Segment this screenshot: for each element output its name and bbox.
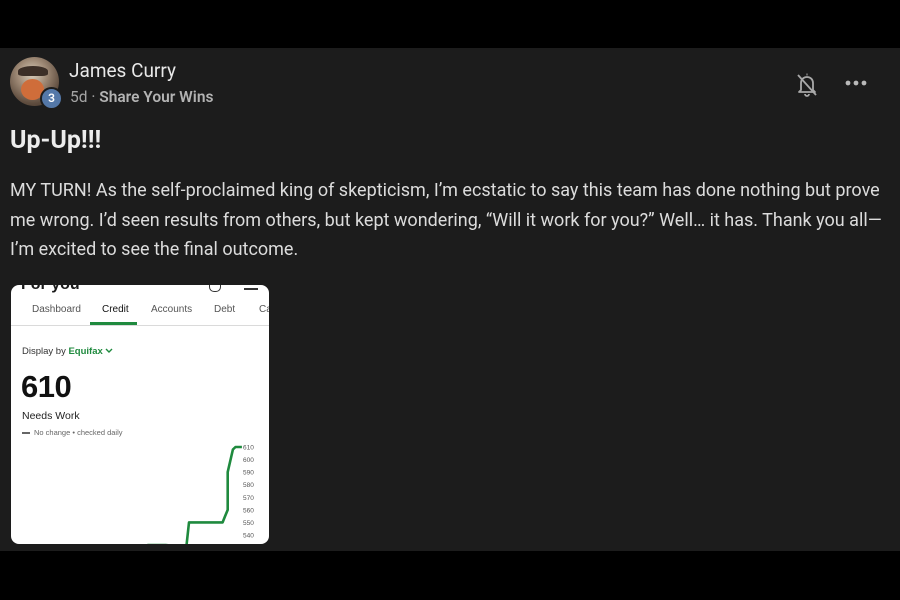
y-tick-label: 600 [243,457,254,464]
score-chart: 610 600 590 580 570 560 550 540 [147,445,254,544]
attached-screenshot[interactable]: For you Dashboard Credit Accounts Debt C… [11,285,269,544]
y-tick-label: 560 [243,507,254,514]
screenshot-tabs: Dashboard Credit Accounts Debt Ca [11,304,269,326]
meta-separator: · [91,88,96,106]
category-link[interactable]: Share Your Wins [99,88,213,106]
post-body: MY TURN! As the self-proclaimed king of … [10,180,882,260]
display-by: Display by Equifax [22,346,113,357]
menu-icon [244,288,258,290]
y-tick-label: 610 [243,445,254,452]
screenshot-heading: For you [21,285,80,294]
tab-debt: Debt [214,304,236,315]
display-by-label: Display by [22,346,66,357]
tab-partial: Ca [259,304,269,315]
bureau-name: Equifax [68,346,103,357]
chevron-down-icon [105,348,113,353]
post-card: 3 James Curry 5d · Share Your Wins Up-Up… [0,48,900,551]
tab-accounts: Accounts [151,304,193,315]
tab-credit: Credit [102,304,129,315]
score-line [147,445,242,544]
more-horizontal-icon[interactable] [842,72,870,94]
level-badge: 3 [40,87,63,110]
y-tick-label: 580 [243,482,254,489]
y-tick-label: 590 [243,470,254,477]
bell-icon [209,285,221,292]
post-age: 5d [70,88,88,106]
avatar-hat [18,66,48,76]
tab-dashboard: Dashboard [32,304,81,315]
credit-score: 610 [21,369,72,404]
y-tick-label: 570 [243,495,254,502]
post-title: Up-Up!!! [10,126,102,155]
post-meta: 5d · Share Your Wins [70,88,213,106]
bell-off-icon[interactable] [795,72,819,98]
author-name[interactable]: James Curry [69,59,176,82]
y-tick-label: 540 [243,533,254,540]
active-tab-indicator [90,322,137,325]
score-rating: Needs Work [22,410,80,422]
y-tick-label: 550 [243,520,254,527]
dash-icon [22,432,30,434]
